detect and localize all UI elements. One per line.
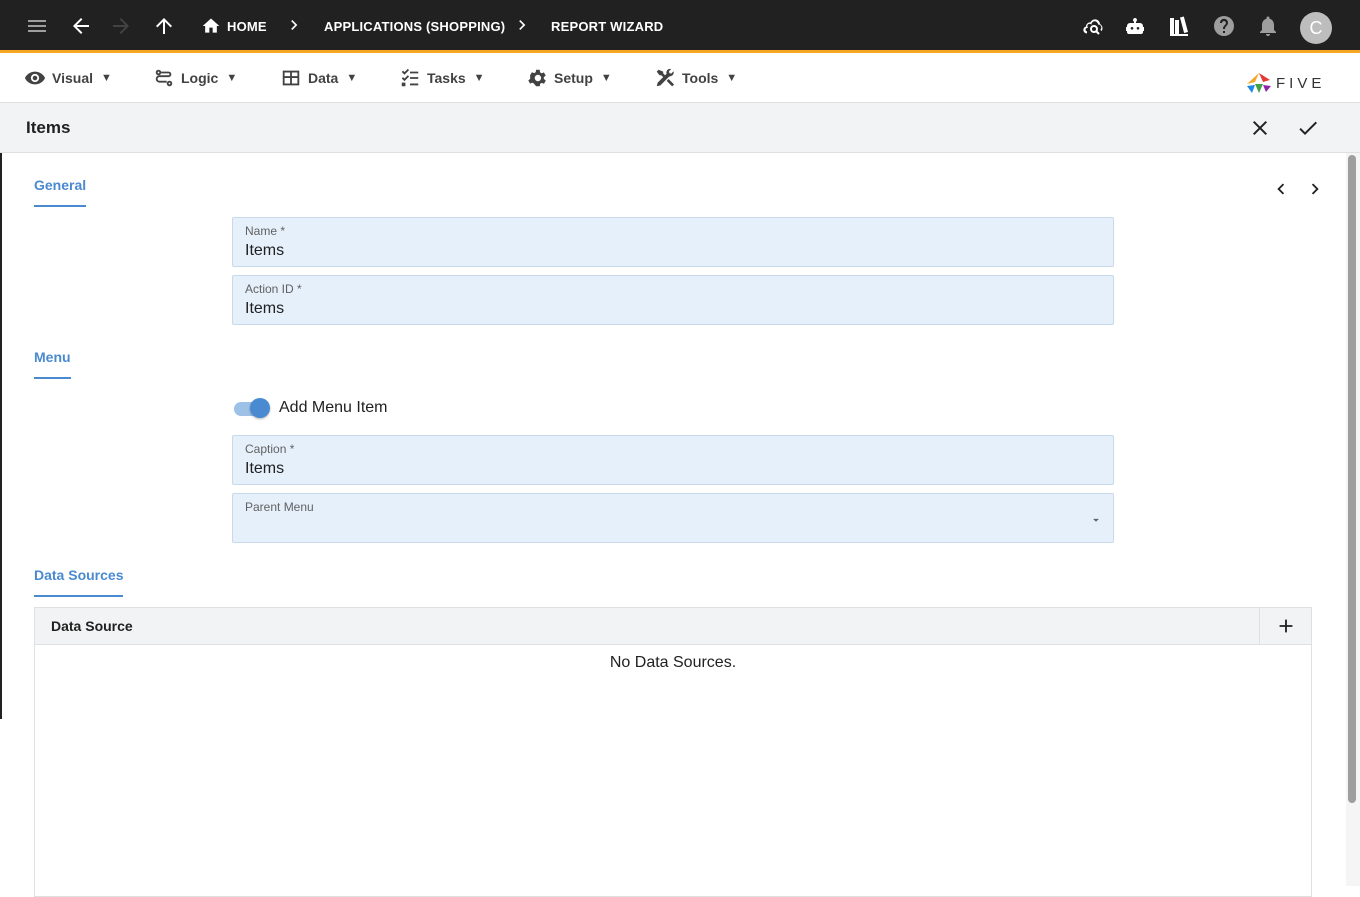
menu-logic[interactable]: Logic ▼: [153, 64, 237, 92]
gear-icon: [528, 69, 546, 87]
parent-menu-select[interactable]: Parent Menu: [232, 493, 1114, 543]
caption-field-label: Caption *: [245, 442, 295, 456]
add-menu-item-label: Add Menu Item: [279, 399, 388, 416]
logic-icon: [155, 69, 173, 87]
action-id-field[interactable]: Action ID *: [232, 275, 1114, 325]
section-general[interactable]: General: [34, 177, 87, 207]
vertical-scrollbar[interactable]: [1346, 153, 1360, 886]
grid-header: Data Source: [35, 608, 1311, 645]
previous-page-button[interactable]: [1269, 177, 1293, 201]
breadcrumb-home[interactable]: HOME: [227, 19, 267, 34]
section-data-sources[interactable]: Data Sources: [34, 567, 124, 597]
menu-tasks-label: Tasks: [427, 70, 466, 86]
menu-bar: Visual ▼ Logic ▼ Data ▼ Tasks ▼ Setup ▼ …: [0, 56, 1360, 103]
action-id-input[interactable]: [245, 300, 1085, 318]
breadcrumb-applications[interactable]: APPLICATIONS (SHOPPING): [324, 19, 505, 34]
table-icon: [282, 70, 300, 86]
check-icon: [1299, 121, 1317, 135]
menu-visual[interactable]: Visual ▼: [24, 64, 112, 92]
add-menu-item-toggle[interactable]: [232, 398, 272, 418]
hamburger-menu-icon[interactable]: [23, 12, 51, 40]
breadcrumb-report-wizard[interactable]: REPORT WIZARD: [551, 19, 663, 34]
plus-icon: [1279, 619, 1292, 633]
menu-tools[interactable]: Tools ▼: [654, 64, 737, 92]
home-icon[interactable]: [197, 12, 225, 40]
caption-field[interactable]: Caption *: [232, 435, 1114, 485]
section-menu[interactable]: Menu: [34, 349, 71, 379]
five-logo-mark-icon: [1247, 73, 1271, 93]
chevron-right-icon: [284, 15, 304, 35]
parent-menu-label: Parent Menu: [245, 500, 314, 514]
caption-input[interactable]: [245, 460, 1085, 478]
name-field[interactable]: Name *: [232, 217, 1114, 267]
user-avatar[interactable]: C: [1300, 12, 1332, 44]
forward-arrow-icon[interactable]: [107, 12, 135, 40]
robot-icon[interactable]: [1121, 12, 1149, 40]
notification-bell-icon[interactable]: [1254, 12, 1282, 40]
menu-setup[interactable]: Setup ▼: [526, 64, 612, 92]
menu-visual-label: Visual: [52, 70, 93, 86]
menu-logic-label: Logic: [181, 70, 219, 86]
name-field-label: Name *: [245, 224, 286, 238]
data-sources-grid: Data Source No Data Sources.: [34, 607, 1312, 897]
name-input[interactable]: [245, 242, 1085, 260]
add-data-source-button[interactable]: [1259, 608, 1311, 644]
caret-down-icon: ▼: [101, 72, 112, 84]
form-content: General Name * Action ID * Menu Add Menu…: [2, 153, 1344, 897]
chevron-left-icon: [1277, 183, 1285, 195]
up-arrow-icon[interactable]: [150, 12, 178, 40]
chevron-right-icon: [1311, 183, 1319, 195]
scrollbar-thumb[interactable]: [1348, 155, 1356, 803]
form-header: Items: [0, 103, 1360, 153]
top-bar: HOME APPLICATIONS (SHOPPING) REPORT WIZA…: [0, 0, 1360, 53]
dropdown-arrow-icon[interactable]: [1089, 513, 1101, 525]
checklist-icon: [401, 68, 419, 87]
tools-icon: [656, 68, 675, 87]
column-header-data-source[interactable]: Data Source: [51, 618, 133, 634]
back-arrow-icon[interactable]: [67, 12, 95, 40]
logo-text: FIVE: [1276, 74, 1326, 92]
next-page-button[interactable]: [1303, 177, 1327, 201]
help-icon[interactable]: [1210, 12, 1238, 40]
caret-down-icon: ▼: [726, 72, 738, 84]
caret-down-icon: ▼: [473, 72, 485, 84]
caret-down-icon: ▼: [600, 72, 612, 84]
empty-message: No Data Sources.: [609, 654, 737, 671]
caret-down-icon: ▼: [226, 72, 238, 84]
menu-setup-label: Setup: [554, 70, 593, 86]
five-logo: FIVE: [1246, 70, 1338, 96]
menu-tasks[interactable]: Tasks ▼: [399, 64, 485, 92]
cloud-search-icon[interactable]: [1079, 12, 1107, 40]
menu-data-label: Data: [308, 70, 339, 86]
close-button[interactable]: [1246, 114, 1274, 142]
eye-icon: [24, 71, 46, 85]
close-icon: [1253, 121, 1267, 135]
menu-data[interactable]: Data ▼: [280, 64, 357, 92]
form-title: Items: [26, 118, 71, 137]
save-button[interactable]: [1294, 114, 1322, 142]
library-books-icon[interactable]: [1165, 12, 1193, 40]
chevron-right-icon: [512, 15, 532, 35]
menu-tools-label: Tools: [682, 70, 719, 86]
toggle-thumb: [250, 398, 270, 418]
action-id-field-label: Action ID *: [245, 282, 302, 296]
caret-down-icon: ▼: [346, 72, 358, 84]
